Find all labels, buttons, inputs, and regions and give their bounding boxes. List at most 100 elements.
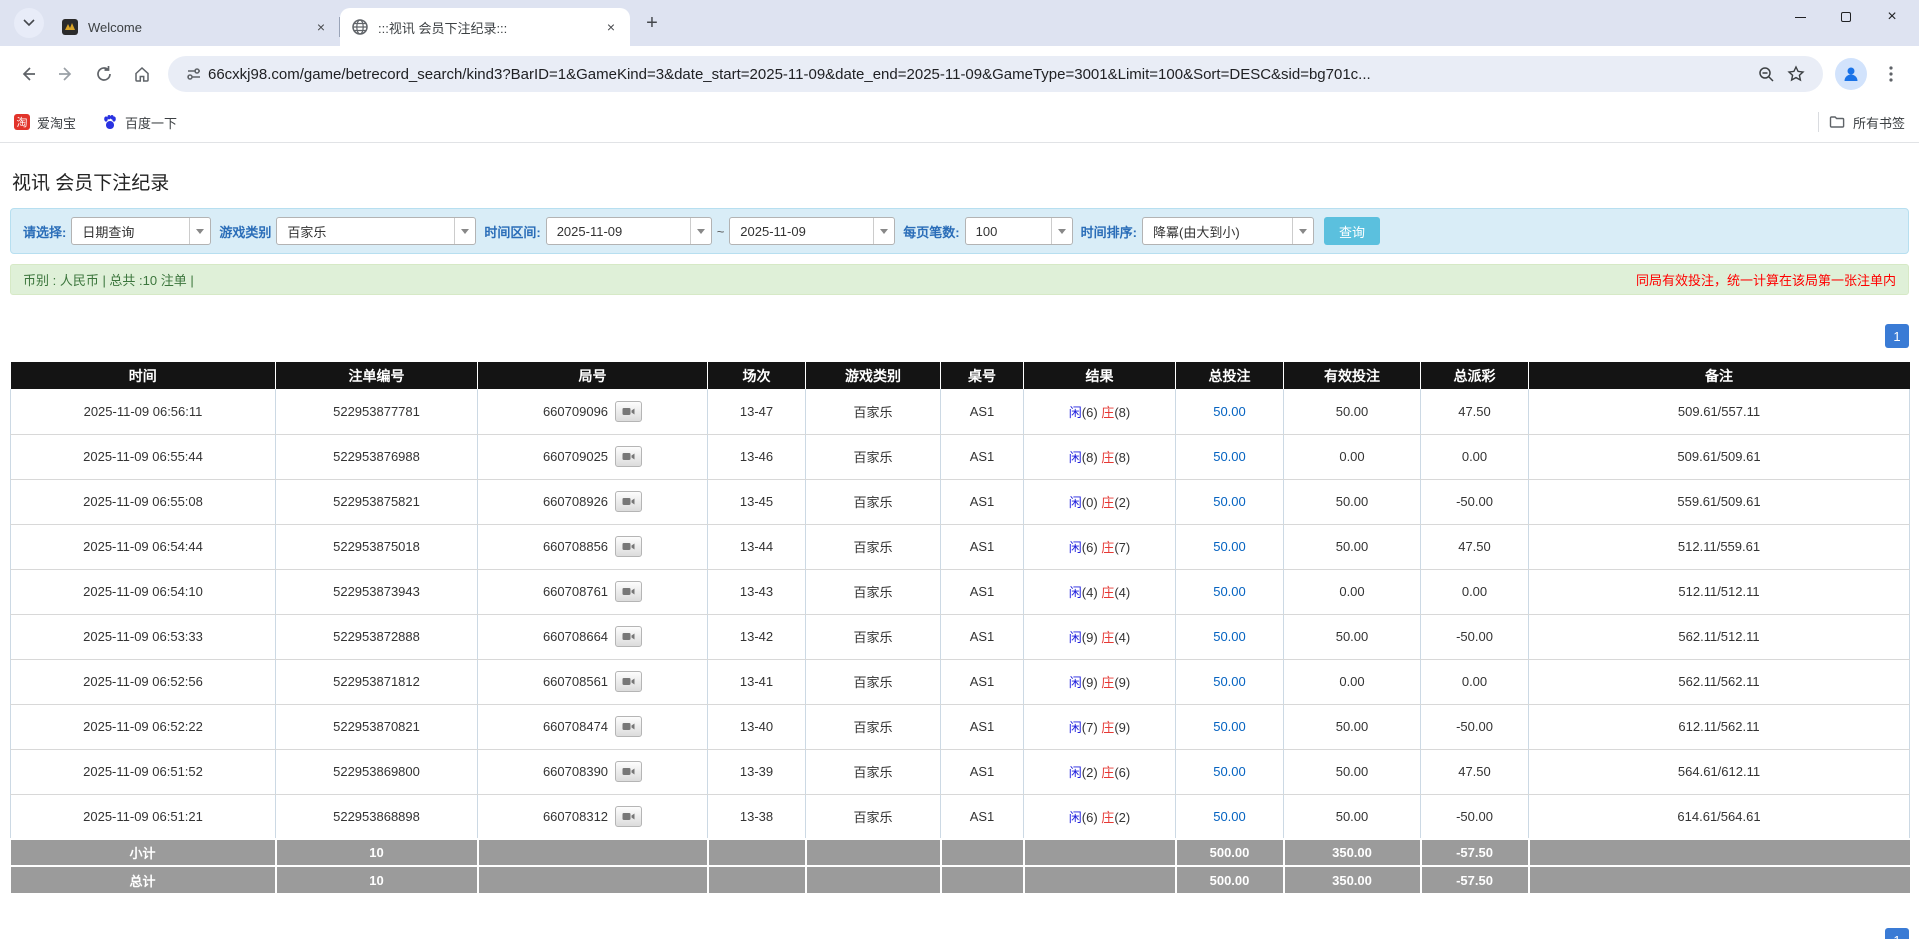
- query-type-select[interactable]: 日期查询: [71, 217, 211, 245]
- video-replay-button[interactable]: [615, 536, 642, 557]
- subtotal-row: 小计10500.00350.00-57.50: [11, 839, 1910, 866]
- video-replay-button[interactable]: [615, 671, 642, 692]
- bookmarks-bar: 淘 爱淘宝 百度一下 所有书签: [0, 102, 1919, 143]
- date-end-select[interactable]: 2025-11-09: [729, 217, 895, 245]
- cell-payout: 47.50: [1421, 749, 1529, 794]
- date-start-value: 2025-11-09: [547, 224, 690, 239]
- cell-payout: -50.00: [1421, 704, 1529, 749]
- back-button[interactable]: [10, 56, 46, 92]
- cell-valid-bet: 50.00: [1284, 794, 1421, 839]
- person-icon: [1841, 64, 1861, 84]
- filter-bar: 请选择: 日期查询 游戏类别 百家乐 时间区间: 2025-11-09 ~ 20…: [10, 208, 1909, 254]
- currency-summary-text: 币别 : 人民币 | 总共 :10 注单 |: [23, 270, 194, 289]
- url-text[interactable]: 66cxkj98.com/game/betrecord_search/kind3…: [208, 66, 1752, 83]
- cell-note: 559.61/509.61: [1529, 479, 1910, 524]
- total-bet-link[interactable]: 50.00: [1213, 629, 1246, 644]
- total-bet-link[interactable]: 50.00: [1213, 449, 1246, 464]
- globe-icon: [352, 19, 368, 35]
- cell-game-type: 百家乐: [806, 749, 941, 794]
- table-header-row: 时间注单编号局号场次游戏类别桌号结果总投注有效投注总派彩备注: [11, 362, 1910, 389]
- column-header: 场次: [708, 362, 806, 389]
- url-bar[interactable]: 66cxkj98.com/game/betrecord_search/kind3…: [168, 56, 1823, 92]
- per-page-value: 100: [966, 224, 1051, 239]
- per-page-select[interactable]: 100: [965, 217, 1073, 245]
- new-tab-button[interactable]: +: [638, 9, 666, 37]
- cell-bet-number: 522953868898: [276, 794, 478, 839]
- total-bet-link[interactable]: 50.00: [1213, 809, 1246, 824]
- cell-result: 闲(6) 庄(8): [1024, 389, 1176, 434]
- cell-note: 512.11/559.61: [1529, 524, 1910, 569]
- video-camera-icon: [622, 406, 635, 417]
- site-info-icon[interactable]: [186, 66, 202, 82]
- three-dots-icon: [1889, 66, 1893, 82]
- tab-close-icon[interactable]: ×: [602, 18, 620, 36]
- cell-total-bet: 50.00: [1176, 794, 1284, 839]
- total-bet-link[interactable]: 50.00: [1213, 404, 1246, 419]
- home-button[interactable]: [124, 56, 160, 92]
- total-bet-link[interactable]: 50.00: [1213, 674, 1246, 689]
- total-bet-link[interactable]: 50.00: [1213, 764, 1246, 779]
- summary-payout: -57.50: [1421, 866, 1529, 893]
- video-replay-button[interactable]: [615, 401, 642, 422]
- bookmark-star-icon[interactable]: [1787, 65, 1805, 83]
- total-bet-link[interactable]: 50.00: [1213, 539, 1246, 554]
- cell-payout: -50.00: [1421, 794, 1529, 839]
- table-row: 2025-11-09 06:55:08522953875821660708926…: [11, 479, 1910, 524]
- browser-menu-button[interactable]: [1873, 56, 1909, 92]
- reload-button[interactable]: [86, 56, 122, 92]
- bookmark-taobao[interactable]: 淘 爱淘宝: [14, 113, 76, 132]
- page-1-button[interactable]: 1: [1885, 324, 1909, 348]
- tab-bet-records[interactable]: :::视讯 会员下注纪录::: ×: [340, 8, 630, 46]
- cell-session: 13-38: [708, 794, 806, 839]
- cell-valid-bet: 50.00: [1284, 389, 1421, 434]
- game-category-select[interactable]: 百家乐: [276, 217, 476, 245]
- video-replay-button[interactable]: [615, 581, 642, 602]
- cell-round-number: 660708312: [478, 794, 708, 839]
- sort-select[interactable]: 降冪(由大到小): [1142, 217, 1314, 245]
- tab-close-icon[interactable]: ×: [312, 18, 330, 36]
- bookmark-label: 爱淘宝: [37, 113, 76, 132]
- cell-round-number: 660708856: [478, 524, 708, 569]
- cell-time: 2025-11-09 06:55:08: [11, 479, 276, 524]
- forward-button[interactable]: [48, 56, 84, 92]
- profile-avatar[interactable]: [1835, 58, 1867, 90]
- zoom-out-icon[interactable]: [1758, 66, 1775, 83]
- total-bet-link[interactable]: 50.00: [1213, 719, 1246, 734]
- minimize-icon: [1795, 17, 1806, 18]
- chevron-down-icon: [690, 218, 711, 244]
- all-bookmarks-button[interactable]: 所有书签: [1829, 113, 1905, 132]
- baidu-paw-icon: [102, 114, 118, 130]
- video-replay-button[interactable]: [615, 446, 642, 467]
- total-bet-link[interactable]: 50.00: [1213, 494, 1246, 509]
- video-replay-button[interactable]: [615, 806, 642, 827]
- cell-note: 564.61/612.11: [1529, 749, 1910, 794]
- video-replay-button[interactable]: [615, 491, 642, 512]
- video-replay-button[interactable]: [615, 716, 642, 737]
- summary-total-bet: 500.00: [1176, 839, 1284, 866]
- tab-search-button[interactable]: [14, 8, 44, 38]
- bookmark-baidu[interactable]: 百度一下: [102, 113, 177, 132]
- page-content: 视讯 会员下注纪录 请选择: 日期查询 游戏类别 百家乐 时间区间: 2025-…: [0, 143, 1919, 939]
- forward-icon: [57, 65, 75, 83]
- total-bet-link[interactable]: 50.00: [1213, 584, 1246, 599]
- cell-note: 562.11/562.11: [1529, 659, 1910, 704]
- video-camera-icon: [622, 496, 635, 507]
- minimize-button[interactable]: [1777, 0, 1823, 34]
- tab-title: Welcome: [88, 20, 312, 35]
- maximize-button[interactable]: [1823, 0, 1869, 34]
- divider: [1818, 112, 1819, 132]
- cell-valid-bet: 50.00: [1284, 524, 1421, 569]
- cell-session: 13-44: [708, 524, 806, 569]
- query-button[interactable]: 查询: [1324, 217, 1380, 245]
- cell-valid-bet: 50.00: [1284, 704, 1421, 749]
- page-1-button-bottom[interactable]: 1: [1885, 928, 1909, 939]
- table-row: 2025-11-09 06:52:22522953870821660708474…: [11, 704, 1910, 749]
- video-replay-button[interactable]: [615, 626, 642, 647]
- game-category-label: 游戏类别: [219, 222, 271, 241]
- tab-welcome[interactable]: Welcome ×: [50, 8, 340, 46]
- date-start-select[interactable]: 2025-11-09: [546, 217, 712, 245]
- chevron-down-icon: [1292, 218, 1313, 244]
- close-button[interactable]: ×: [1869, 0, 1915, 34]
- cell-table-number: AS1: [941, 389, 1024, 434]
- video-replay-button[interactable]: [615, 761, 642, 782]
